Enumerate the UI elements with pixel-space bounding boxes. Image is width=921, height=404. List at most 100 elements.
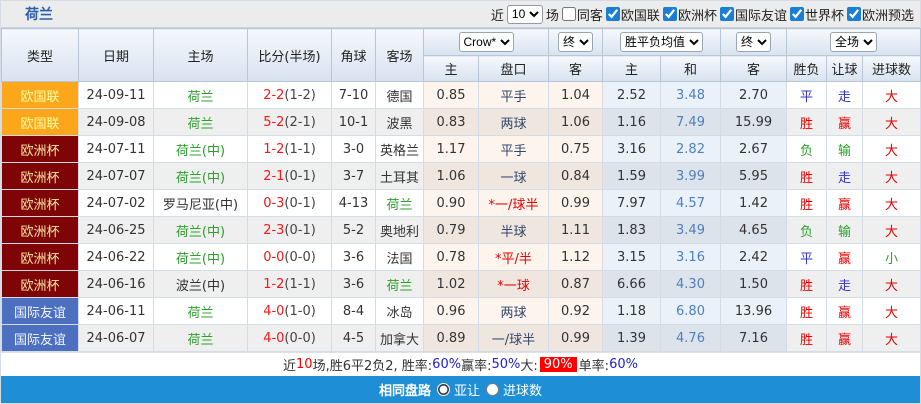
odds-time-select-2[interactable]: 终 bbox=[736, 32, 771, 52]
away-team: 法国 bbox=[375, 243, 424, 271]
match-score: 1-2(1-1) bbox=[247, 135, 332, 163]
col-header-type: 类型 bbox=[1, 28, 79, 82]
filter-checkbox-label: 同客 bbox=[576, 8, 603, 24]
result-goals: 大 bbox=[861, 108, 921, 136]
result-wdl: 负 bbox=[786, 135, 827, 163]
sub-header-goals: 进球数 bbox=[861, 55, 921, 82]
summary-segment: 10 bbox=[296, 357, 313, 372]
odds-source-select[interactable]: Crow* bbox=[458, 32, 514, 52]
result-goals: 大 bbox=[861, 297, 921, 325]
handicap-line: *一/球半 bbox=[478, 189, 549, 217]
filter-checkbox-option[interactable]: 欧国联 bbox=[605, 5, 660, 24]
halftime-score: (0-1) bbox=[284, 168, 316, 184]
fulltime-score: 2-2 bbox=[263, 87, 285, 103]
halftime-score: (0-1) bbox=[284, 222, 316, 238]
trend-radio-option[interactable]: 进球数 bbox=[486, 380, 542, 399]
trend-radio-option[interactable]: 亚让 bbox=[436, 380, 480, 399]
fulltime-score: 4-0 bbox=[263, 303, 285, 319]
odds-time-select-1[interactable]: 终 bbox=[558, 32, 593, 52]
avg-draw-odds: 3.48 bbox=[660, 81, 721, 109]
corners: 3-6 bbox=[331, 243, 376, 271]
filter-checkbox-label: 欧洲预选 bbox=[861, 8, 914, 24]
result-wdl: 胜 bbox=[786, 270, 827, 298]
scope-select[interactable]: 全场 bbox=[830, 32, 878, 52]
away-team: 奥地利 bbox=[375, 216, 424, 244]
trend-radio-label: 亚让 bbox=[453, 384, 480, 399]
result-handicap: 输 bbox=[826, 216, 863, 244]
match-row: 欧国联 24-09-11 荷兰 2-2(1-2) 7-10 德国 0.85 平手… bbox=[1, 81, 921, 109]
result-handicap: 赢 bbox=[826, 189, 863, 217]
crow-away-odds: 1.11 bbox=[548, 216, 603, 244]
recent-count-select[interactable]: 10 bbox=[506, 4, 543, 24]
avg-draw-odds: 4.30 bbox=[660, 270, 721, 298]
sub-header-handicap: 盘口 bbox=[478, 55, 549, 82]
filter-checkbox[interactable] bbox=[846, 7, 861, 21]
halftime-score: (2-1) bbox=[284, 114, 316, 130]
avg-lose-odds: 2.67 bbox=[720, 135, 787, 163]
top-control-bar: 荷兰 近 10 场 同客 欧国联 欧洲杯 国际友谊 世界杯 欧洲预选 bbox=[1, 1, 920, 28]
filter-checkbox[interactable] bbox=[719, 7, 734, 21]
corners: 7-10 bbox=[331, 81, 376, 109]
corners: 4-5 bbox=[331, 324, 376, 352]
crow-away-odds: 0.87 bbox=[548, 270, 603, 298]
filter-checkbox-option[interactable]: 同客 bbox=[561, 5, 603, 24]
fulltime-score: 0-0 bbox=[263, 249, 285, 265]
filter-checkbox-option[interactable]: 世界杯 bbox=[789, 5, 844, 24]
result-wdl: 胜 bbox=[786, 189, 827, 217]
team-title: 荷兰 bbox=[25, 7, 53, 23]
trend-radio[interactable] bbox=[436, 383, 450, 396]
away-team: 英格兰 bbox=[375, 135, 424, 163]
avg-lose-odds: 2.70 bbox=[720, 81, 787, 109]
result-handicap: 走 bbox=[826, 81, 863, 109]
away-team: 波黑 bbox=[375, 108, 424, 136]
filter-checkbox[interactable] bbox=[605, 7, 620, 21]
match-rows: 欧国联 24-09-11 荷兰 2-2(1-2) 7-10 德国 0.85 平手… bbox=[1, 81, 921, 352]
sub-header-result: 胜负 bbox=[786, 55, 827, 82]
avg-draw-odds: 3.99 bbox=[660, 162, 721, 190]
avg-lose-odds: 1.50 bbox=[720, 270, 787, 298]
match-score: 4-0(1-0) bbox=[247, 297, 332, 325]
handicap-line: 一球 bbox=[478, 162, 549, 190]
filter-checkbox[interactable] bbox=[789, 7, 804, 21]
filter-checkbox-option[interactable]: 欧洲预选 bbox=[846, 5, 914, 24]
avg-draw-odds: 3.49 bbox=[660, 216, 721, 244]
sub-header-handicap-result: 让球 bbox=[826, 55, 863, 82]
home-team: 波兰(中) bbox=[153, 270, 248, 298]
result-goals: 小 bbox=[861, 243, 921, 271]
filter-checkbox-option[interactable]: 欧洲杯 bbox=[662, 5, 717, 24]
match-type-badge: 国际友谊 bbox=[1, 324, 79, 352]
result-wdl: 胜 bbox=[786, 324, 827, 352]
crow-home-odds: 0.79 bbox=[423, 216, 479, 244]
halftime-score: (1-2) bbox=[284, 87, 316, 103]
avg-lose-odds: 15.99 bbox=[720, 108, 787, 136]
trend-radio-label: 进球数 bbox=[503, 384, 543, 399]
result-goals: 大 bbox=[861, 135, 921, 163]
halftime-score: (0-0) bbox=[284, 330, 316, 346]
filter-checkbox[interactable] bbox=[561, 7, 576, 21]
avg-draw-odds: 4.76 bbox=[660, 324, 721, 352]
filter-checkbox-option[interactable]: 国际友谊 bbox=[719, 5, 787, 24]
match-row: 欧洲杯 24-06-22 荷兰(中) 0-0(0-0) 3-6 法国 0.78 … bbox=[1, 243, 921, 271]
avg-draw-odds: 4.57 bbox=[660, 189, 721, 217]
avg-win-odds: 1.16 bbox=[602, 108, 661, 136]
col-header-away: 客场 bbox=[375, 28, 424, 82]
crow-home-odds: 0.78 bbox=[423, 243, 479, 271]
handicap-line: 平手 bbox=[478, 135, 549, 163]
match-type-badge: 欧洲杯 bbox=[1, 270, 79, 298]
crow-home-odds: 1.17 bbox=[423, 135, 479, 163]
trend-radio[interactable] bbox=[486, 383, 499, 396]
summary-segment: 赢率: bbox=[461, 359, 492, 374]
result-goals: 大 bbox=[861, 324, 921, 352]
crow-away-odds: 1.06 bbox=[548, 108, 603, 136]
match-type-badge: 欧洲杯 bbox=[1, 189, 79, 217]
summary-segment: 近 bbox=[283, 359, 297, 374]
corners: 3-7 bbox=[331, 162, 376, 190]
crow-away-odds: 1.12 bbox=[548, 243, 603, 271]
avg-win-odds: 2.52 bbox=[602, 81, 661, 109]
filter-checkbox[interactable] bbox=[662, 7, 677, 21]
crow-away-odds: 0.99 bbox=[548, 324, 603, 352]
away-team: 德国 bbox=[375, 81, 424, 109]
match-type-badge: 欧洲杯 bbox=[1, 135, 79, 163]
avg-odds-source-select[interactable]: 胜平负均值 bbox=[620, 32, 703, 52]
result-wdl: 平 bbox=[786, 243, 827, 271]
